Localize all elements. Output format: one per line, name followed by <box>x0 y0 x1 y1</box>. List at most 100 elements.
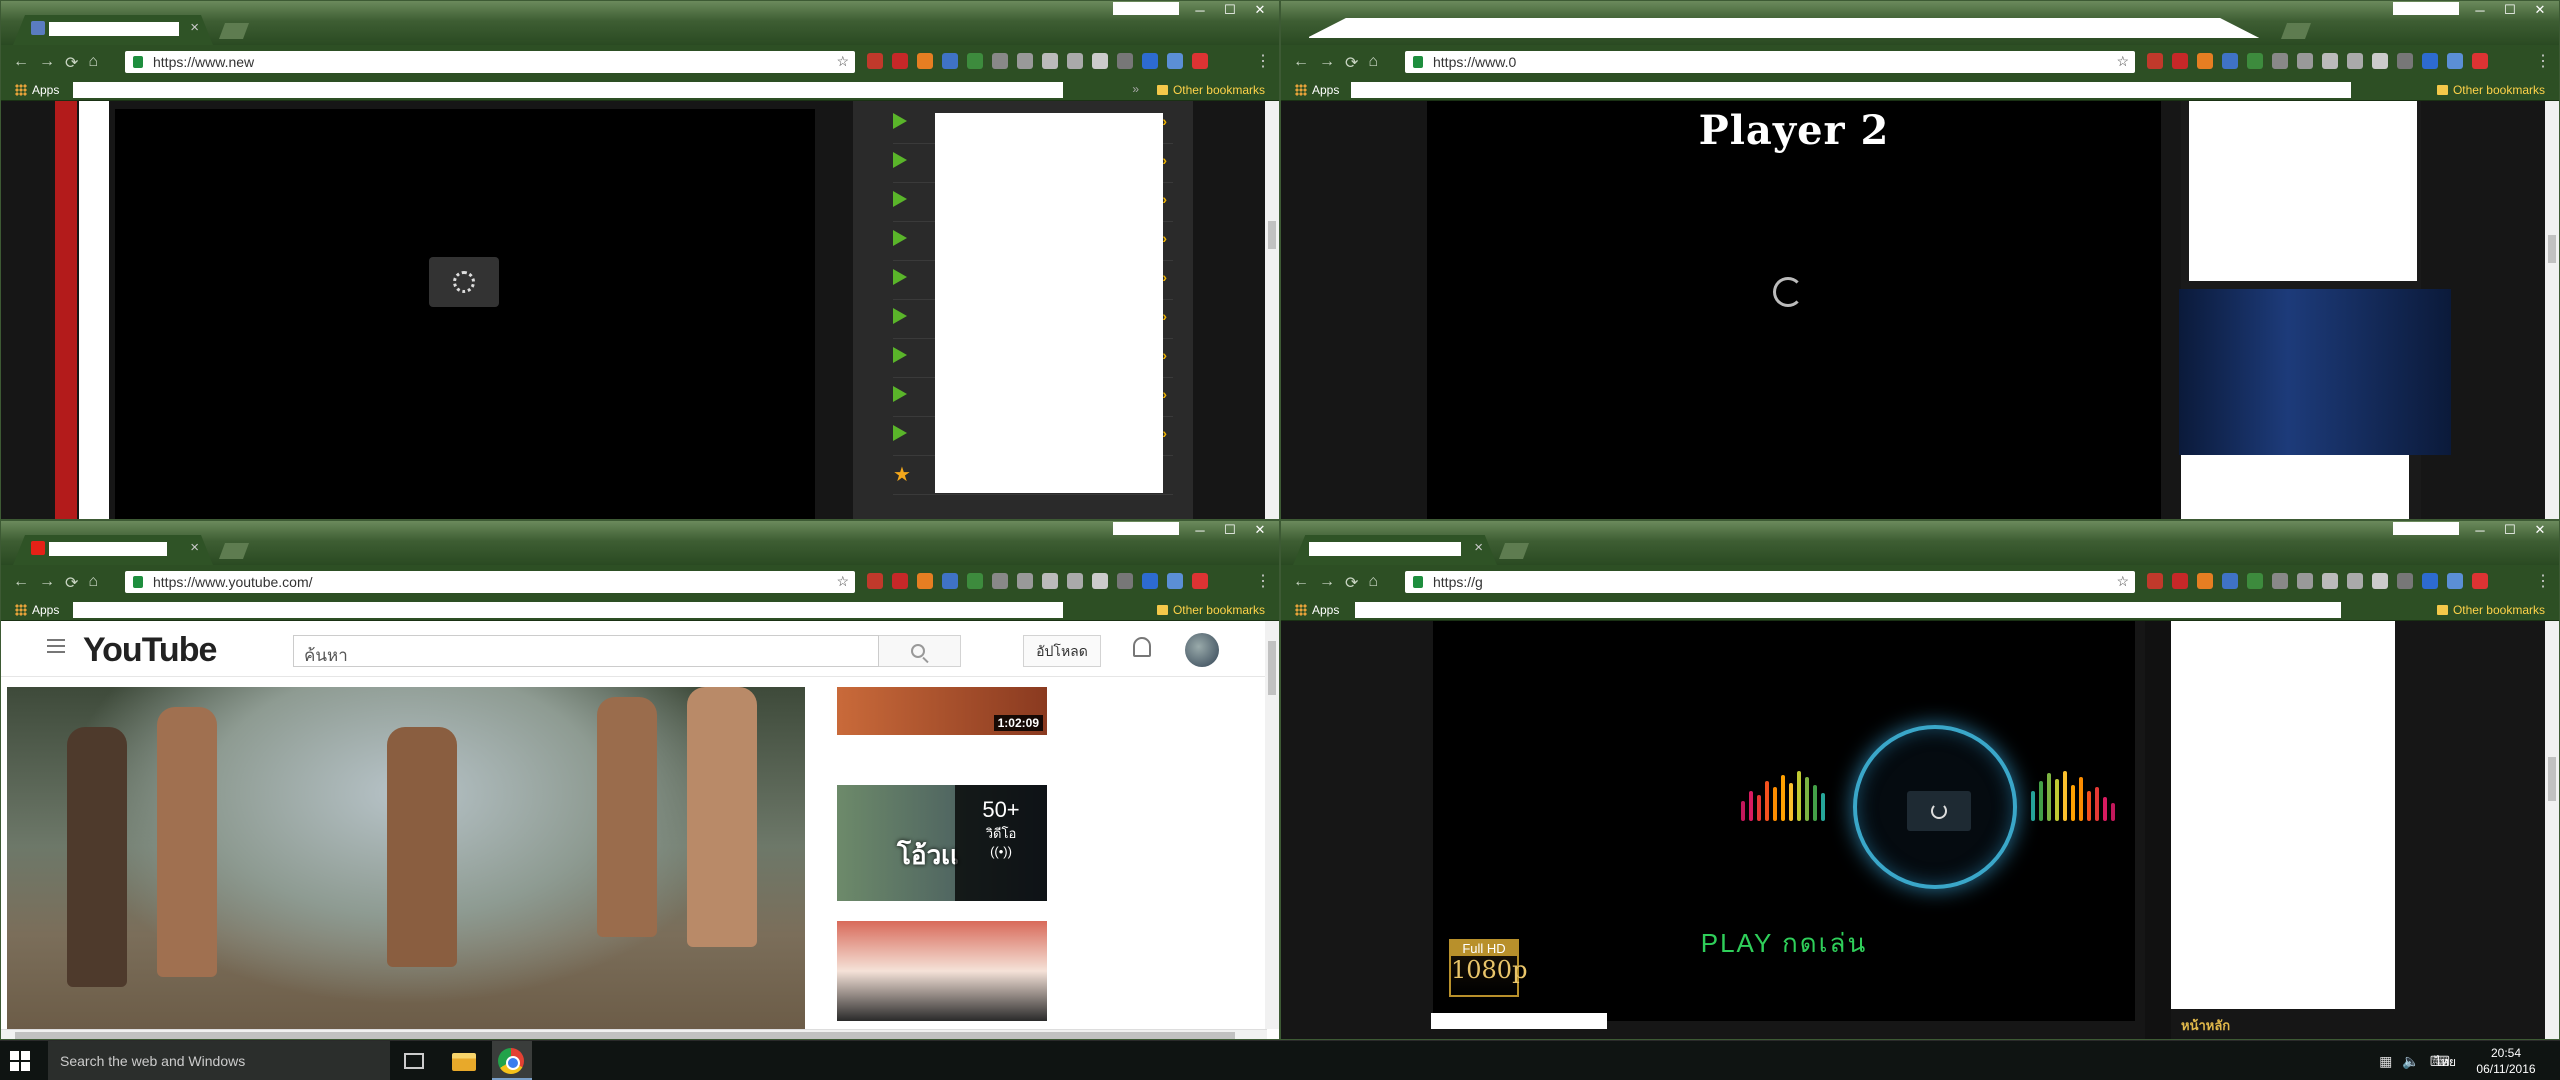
ext-cal-icon[interactable] <box>1142 573 1158 589</box>
system-clock[interactable]: 20:54 06/11/2016 <box>2466 1045 2546 1077</box>
star-bookmark-icon[interactable]: ☆ <box>2116 53 2129 70</box>
back-icon[interactable]: ← <box>13 573 29 593</box>
play-label[interactable]: PLAY กดเล่น <box>1433 923 2135 964</box>
back-icon[interactable]: ← <box>1293 53 1309 73</box>
reload-icon[interactable]: ⟳ <box>65 573 78 593</box>
ext-orange-icon[interactable] <box>917 573 933 589</box>
ext-green-icon[interactable] <box>967 573 983 589</box>
close-button[interactable]: ✕ <box>1245 521 1275 539</box>
ext-green-icon[interactable] <box>967 53 983 69</box>
address-bar[interactable]: https://www.new ☆ <box>125 51 855 73</box>
close-button[interactable]: ✕ <box>2525 521 2555 539</box>
ext-window-icon[interactable] <box>1167 573 1183 589</box>
other-bookmarks[interactable]: Other bookmarks <box>1156 603 1265 617</box>
forward-icon[interactable]: → <box>39 53 55 73</box>
ext-orange-icon[interactable] <box>2197 573 2213 589</box>
apps-shortcut[interactable]: Apps <box>15 603 59 617</box>
chrome-icon[interactable] <box>498 1048 524 1074</box>
browser-tab[interactable] <box>1293 15 2273 45</box>
youtube-logo[interactable]: YouTube <box>83 631 217 670</box>
ext-cal-icon[interactable] <box>1142 53 1158 69</box>
address-url[interactable]: https://g <box>1433 574 1483 590</box>
video-player[interactable]: Player 2 <box>1427 101 2161 519</box>
home-icon[interactable]: ⌂ <box>88 573 98 593</box>
taskbar-search-input[interactable]: Search the web and Windows <box>48 1041 390 1080</box>
minimize-button[interactable]: ─ <box>1185 521 1215 539</box>
other-bookmarks[interactable]: Other bookmarks <box>1156 83 1265 97</box>
back-icon[interactable]: ← <box>13 53 29 73</box>
ext-red-icon[interactable] <box>2472 573 2488 589</box>
sidebar-banner[interactable] <box>2179 289 2451 455</box>
network-icon[interactable]: ▦ <box>2379 1053 2392 1070</box>
star-bookmark-icon[interactable]: ☆ <box>2116 573 2129 590</box>
ext-light-icon[interactable] <box>2322 573 2338 589</box>
ext-orange-icon[interactable] <box>2197 53 2213 69</box>
vertical-scrollbar[interactable] <box>1265 101 1279 519</box>
minimize-button[interactable]: ─ <box>2465 1 2495 19</box>
video-player[interactable] <box>115 109 815 519</box>
ext-green-icon[interactable] <box>2247 53 2263 69</box>
ext-red-icon[interactable] <box>2472 53 2488 69</box>
chrome-menu-icon[interactable]: ⋮ <box>2535 571 2551 591</box>
address-bar[interactable]: https://g ☆ <box>1405 571 2135 593</box>
recommended-playlist-thumbnail[interactable]: โอ้วเเ 50+ วิดีโอ ((•)) <box>837 785 1047 901</box>
forward-icon[interactable]: → <box>1319 573 1335 593</box>
bookmark-ext-icon[interactable] <box>2172 573 2188 589</box>
ext-eye-icon[interactable] <box>1117 573 1133 589</box>
ext-blue-icon[interactable] <box>2222 53 2238 69</box>
avatar[interactable] <box>1185 633 1219 667</box>
browser-tab[interactable]: × <box>13 15 213 45</box>
ext-green-icon[interactable] <box>2247 573 2263 589</box>
ext-cloud-icon[interactable] <box>2297 573 2313 589</box>
ext-window-icon[interactable] <box>1167 53 1183 69</box>
chrome-menu-icon[interactable]: ⋮ <box>1255 51 1271 71</box>
forward-icon[interactable]: → <box>39 573 55 593</box>
home-icon[interactable]: ⌂ <box>88 53 98 73</box>
ext-cloud-icon[interactable] <box>2297 53 2313 69</box>
browser-tab[interactable]: × <box>13 535 213 565</box>
star-bookmark-icon[interactable]: ☆ <box>836 53 849 70</box>
recommended-thumbnail[interactable] <box>837 921 1047 1021</box>
ext-blue-icon[interactable] <box>942 573 958 589</box>
close-tab-icon[interactable]: × <box>1474 540 1483 556</box>
vertical-scrollbar[interactable] <box>2545 621 2559 1039</box>
forward-icon[interactable]: → <box>1319 53 1335 73</box>
home-icon[interactable]: ⌂ <box>1368 53 1378 73</box>
loading-button[interactable] <box>1907 791 1971 831</box>
hamburger-menu-icon[interactable] <box>47 639 65 653</box>
minimize-button[interactable]: ─ <box>2465 521 2495 539</box>
ext-gray-icon[interactable] <box>2272 53 2288 69</box>
reload-icon[interactable]: ⟳ <box>1345 53 1358 73</box>
scroll-thumb[interactable] <box>1268 221 1276 249</box>
ext-red-icon[interactable] <box>1192 573 1208 589</box>
bell-icon[interactable] <box>1133 637 1151 657</box>
ext-blue-icon[interactable] <box>942 53 958 69</box>
ext-cloud-icon[interactable] <box>1017 573 1033 589</box>
upload-button[interactable]: อัปโหลด <box>1023 635 1101 667</box>
chrome-menu-icon[interactable]: ⋮ <box>1255 571 1271 591</box>
ext-cloud-icon[interactable] <box>1017 53 1033 69</box>
ext-orange-icon[interactable] <box>917 53 933 69</box>
horizontal-scrollbar[interactable] <box>1 1029 1267 1039</box>
star-bookmark-icon[interactable]: ☆ <box>836 573 849 590</box>
ext-globe-icon[interactable] <box>2347 53 2363 69</box>
other-bookmarks[interactable]: Other bookmarks <box>2436 83 2545 97</box>
ext-red-icon[interactable] <box>1192 53 1208 69</box>
other-bookmarks[interactable]: Other bookmarks <box>2436 603 2545 617</box>
windows-start-icon[interactable] <box>10 1051 30 1071</box>
ext-light-icon[interactable] <box>1042 53 1058 69</box>
chrome-menu-icon[interactable]: ⋮ <box>2535 51 2551 71</box>
maximize-button[interactable]: ☐ <box>2495 1 2525 19</box>
scroll-thumb[interactable] <box>15 1032 1235 1039</box>
back-icon[interactable]: ← <box>1293 573 1309 593</box>
apps-shortcut[interactable]: Apps <box>1295 83 1339 97</box>
video-player[interactable]: PLAY กดเล่น Full HD 1080p <box>1433 621 2135 1021</box>
ext-globe-icon[interactable] <box>2347 573 2363 589</box>
new-tab-button[interactable] <box>1499 543 1529 559</box>
adblock-icon[interactable] <box>2147 53 2163 69</box>
address-url[interactable]: https://www.0 <box>1433 54 1516 70</box>
ext-check-icon[interactable] <box>2372 53 2388 69</box>
more-bookmarks-chevron[interactable]: » <box>1132 82 1139 96</box>
play-circle-button[interactable] <box>1853 725 2017 889</box>
language-indicator[interactable]: ไทย <box>2435 1053 2456 1072</box>
